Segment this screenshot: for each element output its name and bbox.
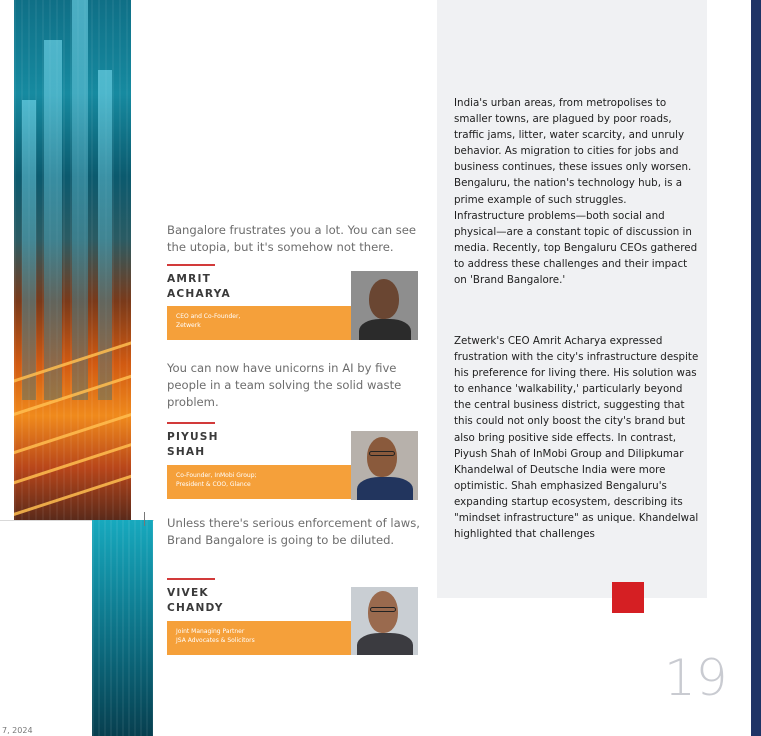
photo-tower — [44, 40, 62, 400]
city-lights-photo — [14, 0, 131, 520]
pull-quote: You can now have unicorns in AI by five … — [167, 361, 402, 409]
person-name: AMRIT ACHARYA — [167, 273, 231, 300]
pull-quote: Unless there's serious enforcement of la… — [167, 516, 420, 547]
person-name: VIVEK CHANDY — [167, 587, 224, 614]
portrait-head — [367, 437, 397, 477]
photo-tower — [72, 0, 88, 400]
portrait-photo — [351, 271, 418, 340]
portrait-head — [369, 279, 399, 319]
red-accent-square — [612, 582, 644, 613]
role-band: CEO and Co-Founder, Zetwerk — [167, 306, 352, 340]
quote-rule — [167, 578, 215, 580]
magazine-page: 7, 2024 Bangalore frustrates you a lot. … — [0, 0, 751, 736]
portrait-photo — [351, 587, 418, 655]
role-band: Co-Founder, InMobi Group; President & CO… — [167, 465, 352, 499]
page-number: 19 — [664, 649, 728, 707]
crop-mark — [144, 512, 145, 526]
pull-quote: Bangalore frustrates you a lot. You can … — [167, 223, 417, 254]
glasses-icon — [369, 451, 395, 456]
person-name: PIYUSH SHAH — [167, 431, 219, 458]
city-photo-lower — [92, 520, 153, 736]
quote-rule — [167, 264, 215, 266]
date-stamp: 7, 2024 — [2, 726, 33, 735]
article-paragraph: Zetwerk's CEO Amrit Acharya expressed fr… — [454, 335, 699, 541]
quote-rule — [167, 422, 215, 424]
role-band: Joint Managing Partner JSA Advocates & S… — [167, 621, 352, 655]
glasses-icon — [370, 607, 396, 612]
portrait-body — [357, 477, 413, 500]
light-streak — [14, 471, 131, 520]
portrait-photo — [351, 431, 418, 500]
article-paragraph: India's urban areas, from metropolises t… — [454, 97, 698, 287]
photo-tower — [22, 100, 36, 400]
portrait-head — [368, 591, 398, 633]
portrait-body — [357, 633, 413, 655]
portrait-body — [359, 319, 411, 340]
